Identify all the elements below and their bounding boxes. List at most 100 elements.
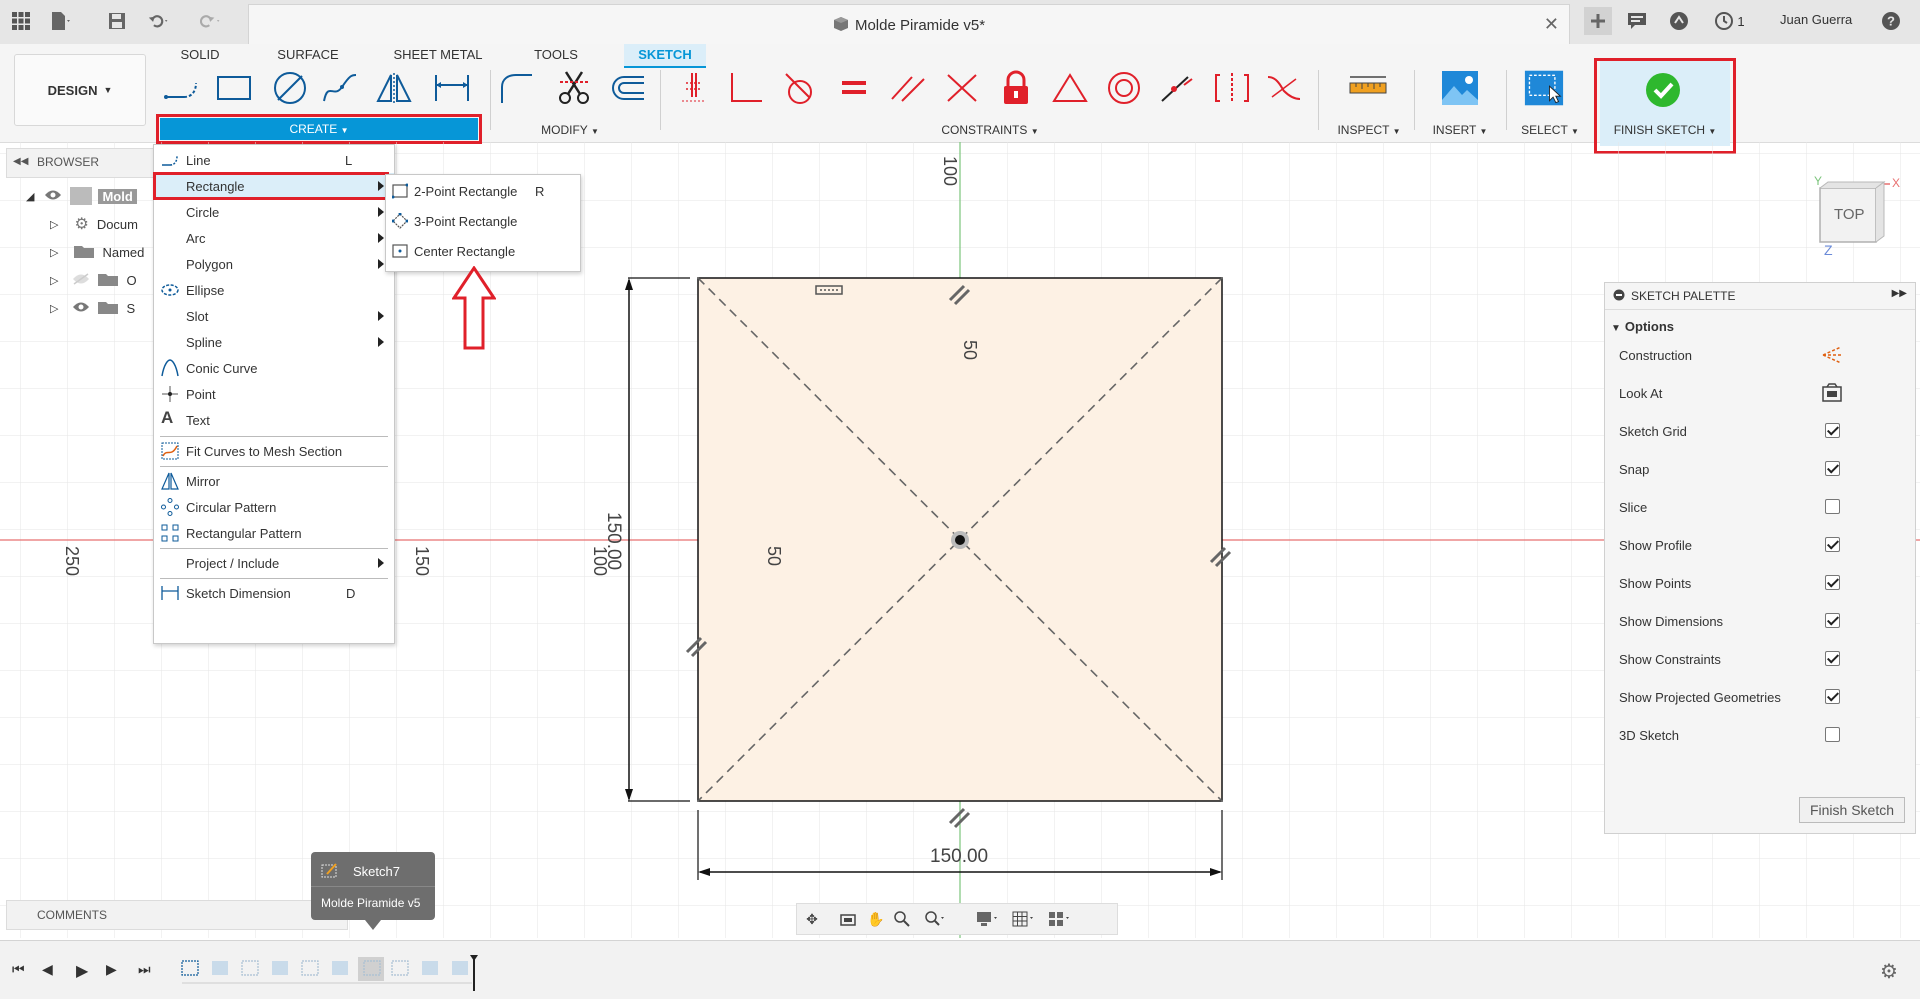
browser-panel-header[interactable]: ◀◀ BROWSER xyxy=(6,148,168,178)
menu-item-text[interactable]: A Text xyxy=(154,407,394,433)
fit-zoom-icon[interactable] xyxy=(921,909,951,929)
expand-triangle-icon[interactable]: ▷ xyxy=(50,246,58,259)
tree-item-root[interactable]: ◢ Mold xyxy=(26,184,137,208)
show-projected-geometries-checkbox[interactable] xyxy=(1825,689,1840,704)
look-at-icon[interactable] xyxy=(1821,383,1843,406)
viewcube[interactable]: TOP Y X Z xyxy=(1810,170,1906,266)
menu-item-conic-curve[interactable]: Conic Curve xyxy=(154,355,394,381)
palette-row-snap[interactable]: Snap xyxy=(1619,457,1909,483)
submenu-item-center-rectangle[interactable]: Center Rectangle xyxy=(386,237,580,265)
tab-solid[interactable]: SOLID xyxy=(170,44,230,66)
menu-item-rectangular-pattern[interactable]: Rectangular Pattern xyxy=(154,520,394,546)
orbit-icon[interactable]: ✥ xyxy=(801,909,823,929)
palette-row-show-points[interactable]: Show Points xyxy=(1619,571,1909,597)
show-points-checkbox[interactable] xyxy=(1825,575,1840,590)
document-tab[interactable]: Molde Piramide v5* ✕ xyxy=(248,4,1570,44)
job-status-icon[interactable] xyxy=(1626,10,1648,32)
palette-pin-icon[interactable] xyxy=(1613,289,1625,304)
modify-dropdown[interactable]: MODIFY ▼ xyxy=(520,123,620,137)
file-menu-icon[interactable] xyxy=(50,10,72,32)
comments-panel-header[interactable]: COMMENTS xyxy=(6,900,348,930)
menu-item-project-include[interactable]: Project / Include xyxy=(154,550,394,576)
measure-tool-icon[interactable] xyxy=(1348,68,1388,108)
look-at-nav-icon[interactable] xyxy=(837,909,859,929)
midpoint-constraint-icon[interactable] xyxy=(1050,68,1090,108)
line-tool-icon[interactable] xyxy=(162,68,202,108)
horizontal-vertical-constraint-icon[interactable] xyxy=(1212,68,1252,108)
trim-tool-icon[interactable] xyxy=(554,68,594,108)
spline-tool-icon[interactable] xyxy=(320,68,360,108)
sketch-palette-header[interactable]: SKETCH PALETTE ▶▶ xyxy=(1605,283,1915,310)
palette-row-show-projected-geometries[interactable]: Show Projected Geometries xyxy=(1619,685,1909,711)
menu-item-mirror[interactable]: Mirror xyxy=(154,468,394,494)
palette-row-3d-sketch[interactable]: 3D Sketch xyxy=(1619,723,1909,749)
tab-sketch[interactable]: SKETCH xyxy=(624,44,706,68)
construction-icon[interactable] xyxy=(1821,345,1843,368)
tab-surface[interactable]: SURFACE xyxy=(270,44,346,66)
palette-row-show-dimensions[interactable]: Show Dimensions xyxy=(1619,609,1909,635)
inspect-dropdown[interactable]: INSPECT ▼ xyxy=(1326,123,1412,137)
palette-finish-sketch-button[interactable]: Finish Sketch xyxy=(1799,797,1905,823)
smooth-constraint-icon[interactable] xyxy=(1264,68,1304,108)
menu-item-point[interactable]: Point xyxy=(154,381,394,407)
offset-tool-icon[interactable] xyxy=(608,68,648,108)
menu-item-circular-pattern[interactable]: Circular Pattern xyxy=(154,494,394,520)
perpendicular-constraint-icon[interactable] xyxy=(726,68,766,108)
options-section-header[interactable]: ▼ Options xyxy=(1611,319,1674,334)
tree-item-origin[interactable]: ▷ O xyxy=(50,268,137,292)
expand-triangle-icon[interactable]: ▷ xyxy=(50,274,58,287)
menu-item-circle[interactable]: Circle xyxy=(154,199,394,225)
insert-dropdown[interactable]: INSERT ▼ xyxy=(1420,123,1500,137)
play-icon[interactable]: ▶ xyxy=(76,961,88,981)
timeline-track[interactable] xyxy=(180,955,480,991)
3d-sketch-checkbox[interactable] xyxy=(1825,727,1840,742)
collapse-panel-icon[interactable]: ◀◀ xyxy=(13,156,28,167)
rectangle-tool-icon[interactable] xyxy=(214,68,254,108)
fix-lock-icon[interactable] xyxy=(996,68,1036,108)
redo-icon[interactable] xyxy=(200,10,222,32)
circle-tool-icon[interactable] xyxy=(270,68,310,108)
mirror-tool-icon[interactable] xyxy=(374,68,414,108)
insert-image-icon[interactable] xyxy=(1440,68,1480,108)
extensions-icon[interactable] xyxy=(1668,10,1690,32)
select-dropdown[interactable]: SELECT ▼ xyxy=(1510,123,1590,137)
fillet-tool-icon[interactable] xyxy=(496,68,536,108)
palette-row-show-profile[interactable]: Show Profile xyxy=(1619,533,1909,559)
palette-row-look-at[interactable]: Look At xyxy=(1619,381,1909,407)
menu-item-fit-curves[interactable]: Fit Curves to Mesh Section xyxy=(154,438,394,464)
sketch-dimension-icon[interactable] xyxy=(432,68,472,108)
submenu-item-3-point-rectangle[interactable]: 3-Point Rectangle xyxy=(386,207,580,235)
show-profile-checkbox[interactable] xyxy=(1825,537,1840,552)
expand-triangle-icon[interactable]: ▷ xyxy=(50,302,58,315)
step-forward-icon[interactable]: ▶ xyxy=(106,961,117,978)
tree-item-named-views[interactable]: ▷ Named xyxy=(50,240,144,264)
collinear-constraint-icon[interactable] xyxy=(942,68,982,108)
symmetry-constraint-icon[interactable] xyxy=(1158,68,1198,108)
palette-row-show-constraints[interactable]: Show Constraints xyxy=(1619,647,1909,673)
hidden-eye-icon[interactable] xyxy=(72,272,90,288)
user-name[interactable]: Juan Guerra xyxy=(1780,12,1852,27)
submenu-item-2-point-rectangle[interactable]: 2-Point Rectangle R xyxy=(386,177,580,205)
save-icon[interactable] xyxy=(106,10,128,32)
visibility-eye-icon[interactable] xyxy=(72,301,90,316)
slice-checkbox[interactable] xyxy=(1825,499,1840,514)
equal-constraint-icon[interactable] xyxy=(834,68,874,108)
go-to-start-icon[interactable]: ⏮ xyxy=(12,961,25,978)
help-icon[interactable]: ? xyxy=(1880,10,1902,32)
workspace-switcher[interactable]: DESIGN ▼ xyxy=(14,54,146,126)
vertical-dimension-value[interactable]: 150.00 xyxy=(602,512,624,570)
undo-icon[interactable] xyxy=(148,10,170,32)
palette-row-sketch-grid[interactable]: Sketch Grid xyxy=(1619,419,1909,445)
zoom-icon[interactable] xyxy=(891,909,913,929)
tangent-constraint-icon[interactable] xyxy=(780,68,820,108)
tab-tools[interactable]: TOOLS xyxy=(526,44,586,66)
parallel-constraint-icon[interactable] xyxy=(888,68,928,108)
menu-item-line[interactable]: Line L xyxy=(154,147,394,173)
menu-item-arc[interactable]: Arc xyxy=(154,225,394,251)
show-dimensions-checkbox[interactable] xyxy=(1825,613,1840,628)
menu-item-slot[interactable]: Slot xyxy=(154,303,394,329)
show-constraints-checkbox[interactable] xyxy=(1825,651,1840,666)
menu-item-sketch-dimension[interactable]: Sketch Dimension D xyxy=(154,580,394,606)
snap-checkbox[interactable] xyxy=(1825,461,1840,476)
pan-hand-icon[interactable]: ✋ xyxy=(865,909,887,929)
